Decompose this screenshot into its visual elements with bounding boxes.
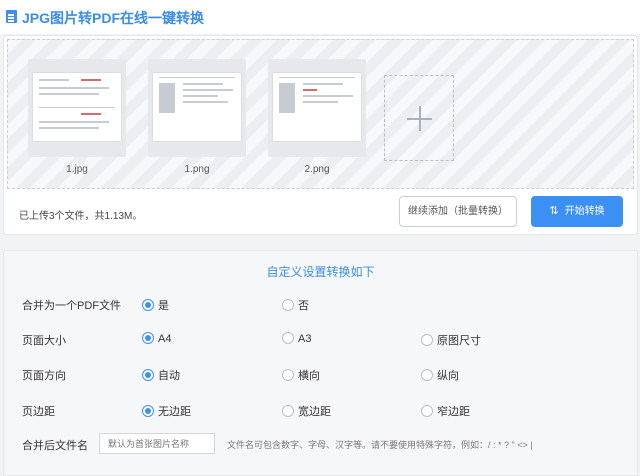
swap-icon: ⇅ bbox=[549, 205, 559, 217]
file-name: 1.jpg bbox=[66, 164, 88, 175]
filename-label: 合并后文件名 bbox=[22, 440, 88, 452]
thumbnail-preview bbox=[273, 73, 361, 141]
file-thumbnail[interactable] bbox=[268, 59, 366, 157]
radio-selected[interactable] bbox=[142, 332, 154, 344]
radio-selected[interactable] bbox=[142, 369, 154, 381]
orientation-label: 页面方向 bbox=[22, 370, 66, 382]
file-thumbnail[interactable] bbox=[148, 59, 246, 157]
merge-label: 合并为一个PDF文件 bbox=[22, 300, 121, 312]
radio[interactable] bbox=[282, 405, 294, 417]
settings-panel: 自定义设置转换如下 合并为一个PDF文件 是 否 页面大小 A4 A3 原图尺寸… bbox=[3, 250, 638, 476]
orientation-option-auto[interactable]: 自动 bbox=[142, 367, 180, 383]
page-size-option-a3[interactable]: A3 bbox=[282, 332, 311, 345]
drop-zone[interactable]: 1.jpg 1.png 2.png bbox=[7, 39, 634, 189]
upload-panel: 1.jpg 1.png 2.png 已上传3个文件，共1.13M。 继续添加（批… bbox=[3, 35, 638, 235]
upload-status: 已上传3个文件，共1.13M。 bbox=[19, 211, 143, 222]
page-size-label: 页面大小 bbox=[22, 335, 66, 347]
merge-option-yes[interactable]: 是 bbox=[142, 297, 169, 313]
thumbnail-preview bbox=[33, 73, 121, 141]
orientation-option-portrait[interactable]: 纵向 bbox=[421, 367, 459, 383]
merge-option-no[interactable]: 否 bbox=[282, 297, 309, 313]
radio[interactable] bbox=[282, 332, 294, 344]
filename-input[interactable] bbox=[99, 433, 215, 454]
margin-option-wide[interactable]: 宽边距 bbox=[282, 403, 331, 419]
filename-hint: 文件名可包含数字、字母、汉字等。请不要使用特殊字符，例如：/ : * ? " <… bbox=[227, 440, 533, 450]
radio[interactable] bbox=[282, 299, 294, 311]
radio-selected[interactable] bbox=[142, 405, 154, 417]
margin-label: 页边距 bbox=[22, 406, 55, 418]
file-name: 1.png bbox=[184, 164, 210, 175]
document-icon bbox=[6, 10, 17, 23]
file-name: 2.png bbox=[304, 164, 330, 175]
page-title: JPG图片转PDF在线一键转换 bbox=[22, 10, 205, 26]
thumbnail-preview bbox=[153, 73, 241, 141]
page-size-option-original[interactable]: 原图尺寸 bbox=[421, 332, 481, 348]
radio[interactable] bbox=[421, 369, 433, 381]
orientation-option-landscape[interactable]: 横向 bbox=[282, 367, 320, 383]
page-size-option-a4[interactable]: A4 bbox=[142, 332, 171, 345]
radio[interactable] bbox=[421, 405, 433, 417]
radio[interactable] bbox=[282, 369, 294, 381]
add-file-button[interactable] bbox=[384, 75, 454, 161]
margin-option-narrow[interactable]: 窄边距 bbox=[421, 403, 470, 419]
radio[interactable] bbox=[421, 334, 433, 346]
file-thumbnail[interactable] bbox=[28, 59, 126, 157]
settings-title: 自定义设置转换如下 bbox=[266, 265, 375, 279]
continue-add-button[interactable]: 继续添加（批量转换） bbox=[399, 196, 517, 227]
margin-option-none[interactable]: 无边距 bbox=[142, 403, 191, 419]
start-convert-label: 开始转换 bbox=[564, 206, 605, 217]
radio-selected[interactable] bbox=[142, 299, 154, 311]
start-convert-button[interactable]: ⇅ 开始转换 bbox=[531, 196, 623, 227]
page-header: JPG图片转PDF在线一键转换 bbox=[0, 0, 640, 34]
